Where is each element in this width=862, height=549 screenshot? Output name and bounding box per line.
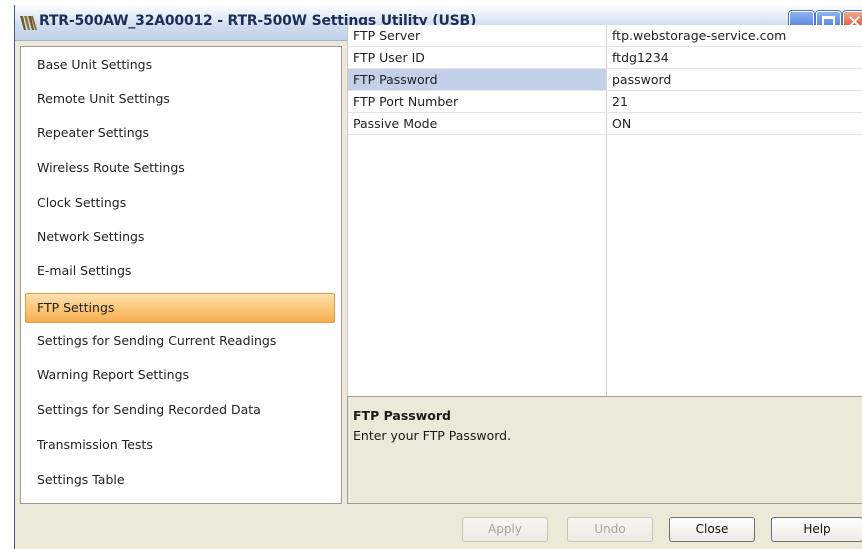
description-title: FTP Password [353,408,451,423]
sidebar-item-network-settings[interactable]: Network Settings [25,222,335,252]
sidebar-item-clock-settings[interactable]: Clock Settings [25,188,335,218]
sidebar-item-remote-unit-settings[interactable]: Remote Unit Settings [25,84,335,114]
apply-button[interactable]: Apply [462,517,548,542]
property-value[interactable]: ftdg1234 [607,47,862,68]
sidebar-item-ftp-settings[interactable]: FTP Settings [25,293,335,323]
sidebar-item-transmission-tests[interactable]: Transmission Tests [25,430,335,460]
app-logo-icon [20,15,37,31]
sidebar-item-sending-current-readings[interactable]: Settings for Sending Current Readings [25,326,335,356]
settings-utility-window: RTR-500AW_32A00012 - RTR-500W Settings U… [14,5,862,549]
sidebar-item-wireless-route-settings[interactable]: Wireless Route Settings [25,153,335,183]
property-value[interactable]: ON [607,113,862,134]
property-value[interactable]: ftp.webstorage-service.com [607,25,862,46]
sidebar-item-email-settings[interactable]: E-mail Settings [25,256,335,286]
property-name: FTP Server [353,28,421,43]
close-button[interactable]: Close [669,517,755,542]
property-value[interactable]: password [607,69,862,90]
sidebar-item-settings-table[interactable]: Settings Table [25,465,335,495]
grid-row-passive-mode[interactable]: Passive Mode ON [348,113,862,135]
settings-category-list: Base Unit Settings Remote Unit Settings … [20,46,342,504]
grid-row-ftp-password[interactable]: FTP Password password [348,69,862,91]
grid-row-ftp-server[interactable]: FTP Server ftp.webstorage-service.com [348,25,862,47]
undo-button[interactable]: Undo [567,517,653,542]
sidebar-item-sending-recorded-data[interactable]: Settings for Sending Recorded Data [25,395,335,425]
button-bar: Apply Undo Close Help [15,511,862,549]
property-name: FTP Password [348,69,606,90]
sidebar-item-base-unit-settings[interactable]: Base Unit Settings [25,50,335,80]
help-button[interactable]: Help [771,517,862,542]
property-name: Passive Mode [353,116,438,131]
description-text: Enter your FTP Password. [353,428,512,443]
grid-row-ftp-port-number[interactable]: FTP Port Number 21 [348,91,862,113]
grid-row-ftp-user-id[interactable]: FTP User ID ftdg1234 [348,47,862,69]
property-name: FTP Port Number [353,94,459,109]
property-description-panel: FTP Password Enter your FTP Password. [347,396,862,504]
property-name: FTP User ID [353,50,425,65]
ftp-settings-grid: FTP Server ftp.webstorage-service.com FT… [347,25,862,396]
sidebar-item-warning-report-settings[interactable]: Warning Report Settings [25,360,335,390]
property-value[interactable]: 21 [607,91,862,112]
sidebar-item-repeater-settings[interactable]: Repeater Settings [25,118,335,148]
